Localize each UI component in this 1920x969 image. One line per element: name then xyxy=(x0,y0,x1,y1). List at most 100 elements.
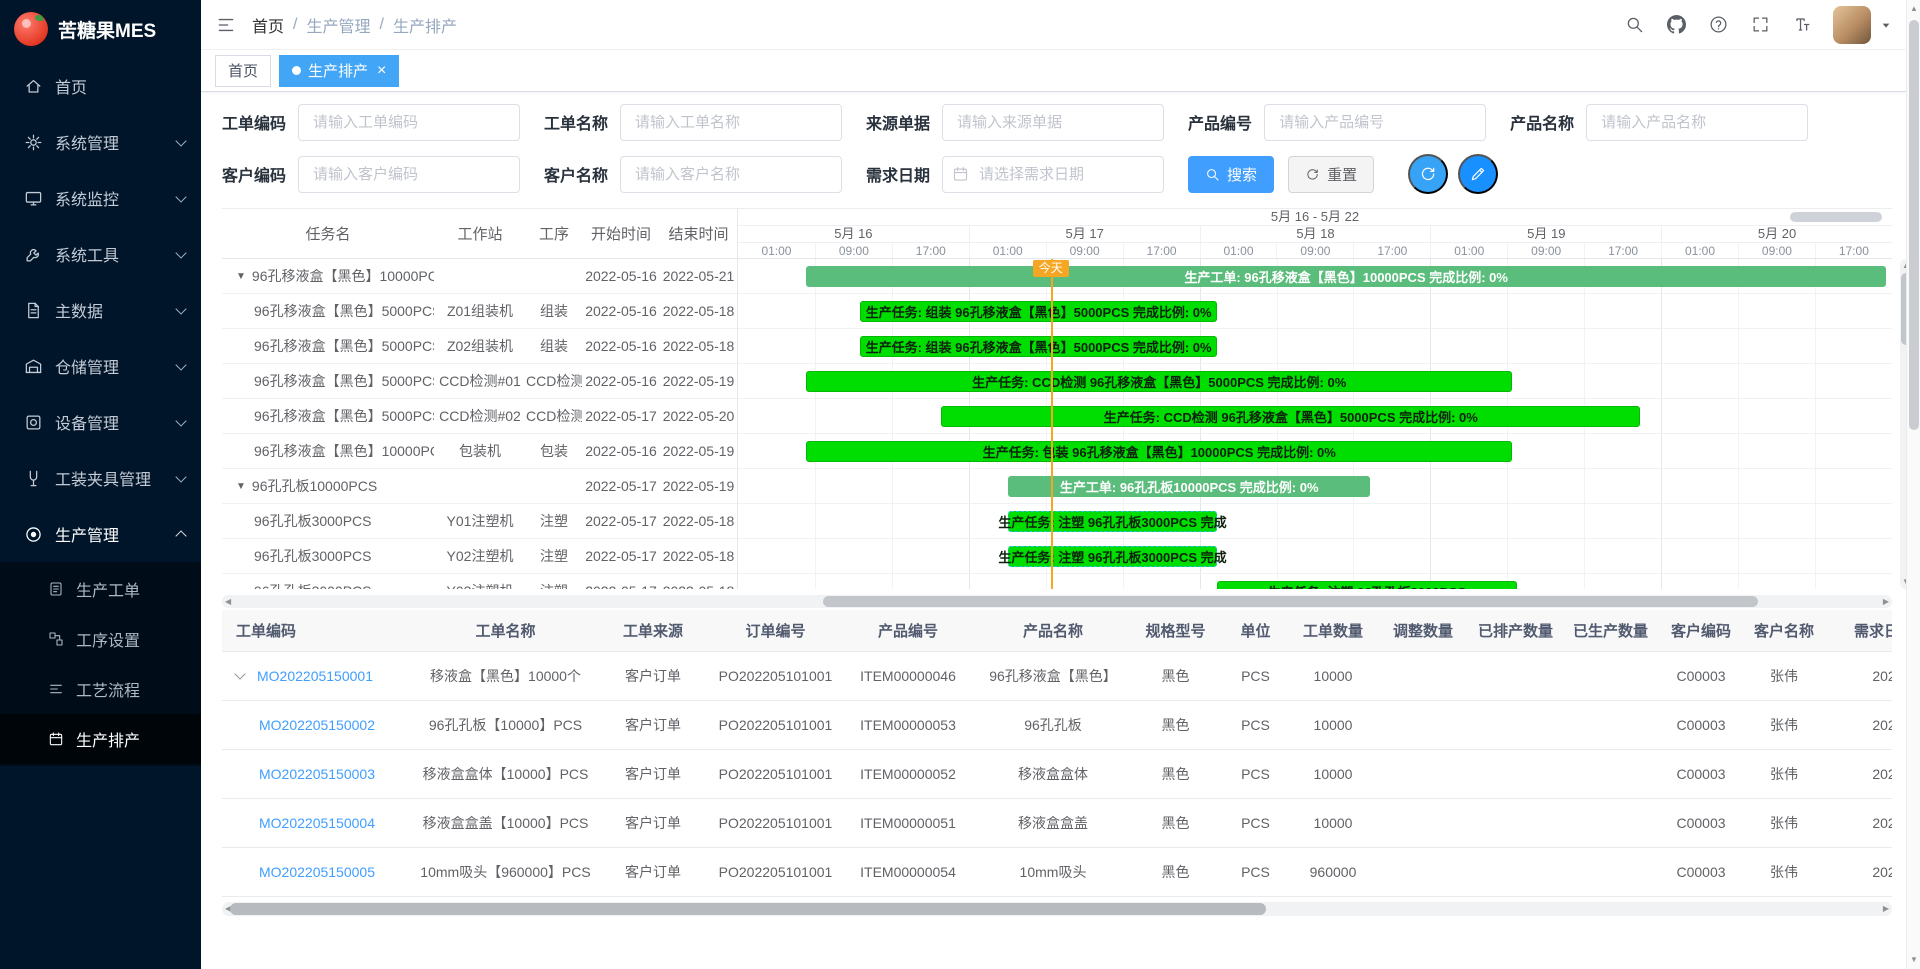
sidebar-subitem-production-work-order[interactable]: 生产工单 xyxy=(0,564,201,614)
gantt-bar-task[interactable]: 生产任务: 注塑 96孔孔板3000PCS xyxy=(1217,581,1517,589)
source-doc-input[interactable] xyxy=(942,104,1164,141)
gantt-task-row[interactable]: 96孔移液盒【黑色】10000PCS包装机包装2022-05-162022-05… xyxy=(222,434,737,469)
sidebar-item-system-tools[interactable]: 系统工具 xyxy=(0,226,201,282)
orders-table-row[interactable]: MO20220515000296孔孔板【10000】PCS客户订单PO20220… xyxy=(222,700,1892,749)
fullscreen-icon[interactable] xyxy=(1739,0,1781,50)
question-icon[interactable] xyxy=(1697,0,1739,50)
scrollbar-thumb[interactable] xyxy=(823,596,1758,607)
search-button[interactable]: 搜索 xyxy=(1188,156,1274,193)
order-code-link[interactable]: MO202205150001 xyxy=(257,668,373,684)
gantt-task-row[interactable]: 96孔孔板3000PCSY03注塑机注塑2022-05-172022-05-18 xyxy=(222,574,737,589)
order-code-link[interactable]: MO202205150002 xyxy=(259,717,375,733)
gantt-task-row[interactable]: 96孔孔板3000PCSY02注塑机注塑2022-05-172022-05-18 xyxy=(222,539,737,574)
app-logo-icon xyxy=(14,12,48,46)
scroll-up-icon[interactable]: ▲ xyxy=(1910,5,1918,13)
gantt-task-row[interactable]: ▼96孔孔板10000PCS2022-05-172022-05-19 xyxy=(222,469,737,504)
sidebar-subitem-process-settings[interactable]: 工序设置 xyxy=(0,614,201,664)
gantt-bar-task[interactable]: 生产任务: 组装 96孔移液盒【黑色】5000PCS 完成比例: 0% xyxy=(860,336,1217,357)
gantt-task-row[interactable]: 96孔移液盒【黑色】5000PCSZ02组装机组装2022-05-162022-… xyxy=(222,329,737,364)
orders-horizontal-scrollbar[interactable]: ◀ ▶ xyxy=(222,902,1892,916)
order-cell-order-qty: 10000 xyxy=(1288,798,1378,847)
github-icon[interactable] xyxy=(1655,0,1697,50)
customer-code-input[interactable] xyxy=(298,156,520,193)
gantt-panel: 任务名工作站工序开始时间结束时间 ▼96孔移液盒【黑色】10000PCS2022… xyxy=(222,208,1892,607)
hamburger-icon[interactable] xyxy=(201,15,252,35)
order-code-link[interactable]: MO202205150003 xyxy=(259,766,375,782)
scroll-right-icon[interactable]: ▶ xyxy=(1883,598,1889,606)
order-cell-sales-order-no: PO202205101001 xyxy=(713,798,838,847)
tab-home[interactable]: 首页 xyxy=(215,55,271,87)
workorder-name-input[interactable] xyxy=(620,104,842,141)
sidebar-item-fixture-management[interactable]: 工装夹具管理 xyxy=(0,450,201,506)
sidebar-item-equipment-management[interactable]: 设备管理 xyxy=(0,394,201,450)
search-button-label: 搜索 xyxy=(1227,164,1257,185)
gantt-bar-work-order[interactable]: 生产工单: 96孔孔板10000PCS 完成比例: 0% xyxy=(1008,476,1370,497)
order-cell-work-order-source: 客户订单 xyxy=(593,749,713,798)
demand-date-input[interactable] xyxy=(942,156,1164,193)
breadcrumb-item[interactable]: 首页 xyxy=(252,13,284,37)
sidebar-item-system-management[interactable]: 系统管理 xyxy=(0,114,201,170)
scroll-down-icon[interactable]: ▼ xyxy=(1910,956,1918,964)
triangle-down-icon[interactable]: ▼ xyxy=(236,271,246,282)
orders-table-row[interactable]: MO202205150004移液盒盒盖【10000】PCS客户订单PO20220… xyxy=(222,798,1892,847)
gantt-bar-task[interactable]: 生产任务: 包装 96孔移液盒【黑色】10000PCS 完成比例: 0% xyxy=(806,441,1512,462)
gantt-day-label: 5月 18 xyxy=(1200,226,1431,242)
gantt-hour-label: 17:00 xyxy=(1123,243,1200,258)
workorder-code-input[interactable] xyxy=(298,104,520,141)
page-vertical-scrollbar[interactable]: ▲ ▼ xyxy=(1906,0,1920,969)
caret-down-icon[interactable] xyxy=(1878,17,1894,33)
gantt-bar-work-order[interactable]: 生产工单: 96孔移液盒【黑色】10000PCS 完成比例: 0% xyxy=(806,266,1886,287)
edit-button[interactable] xyxy=(1458,154,1498,194)
product-code-input[interactable] xyxy=(1264,104,1486,141)
gantt-task-row[interactable]: 96孔孔板3000PCSY01注塑机注塑2022-05-172022-05-18 xyxy=(222,504,737,539)
warehouse-icon xyxy=(22,357,44,376)
gantt-header-scroll-thumb[interactable] xyxy=(1790,212,1882,222)
chevron-down-icon xyxy=(175,303,186,314)
search-icon xyxy=(1625,15,1644,34)
gantt-bar-task[interactable]: 生产任务: 注塑 96孔孔板3000PCS 完成 xyxy=(1008,511,1217,532)
sidebar-item-production-management[interactable]: 生产管理 xyxy=(0,506,201,562)
search-icon[interactable] xyxy=(1613,0,1655,50)
orders-table-row[interactable]: MO202205150001移液盒【黑色】10000个客户订单PO2022051… xyxy=(222,651,1892,700)
gantt-horizontal-scrollbar[interactable]: ◀ ▶ xyxy=(222,595,1892,608)
orders-table-row[interactable]: MO202205150003移液盒盒体【10000】PCS客户订单PO20220… xyxy=(222,749,1892,798)
scrollbar-thumb[interactable] xyxy=(230,903,1265,915)
sidebar-item-system-monitor[interactable]: 系统监控 xyxy=(0,170,201,226)
tab-production-scheduling[interactable]: 生产排产× xyxy=(279,55,399,87)
gantt-task-row[interactable]: 96孔移液盒【黑色】5000PCSZ01组装机组装2022-05-162022-… xyxy=(222,294,737,329)
gantt-task-row[interactable]: ▼96孔移液盒【黑色】10000PCS2022-05-162022-05-21 xyxy=(222,259,737,294)
customer-name-input[interactable] xyxy=(620,156,842,193)
tab-close-icon[interactable]: × xyxy=(377,63,386,79)
triangle-down-icon[interactable]: ▼ xyxy=(236,481,246,492)
reset-button[interactable]: 重置 xyxy=(1288,156,1374,193)
scrollbar-thumb[interactable] xyxy=(1909,20,1919,430)
gantt-bar-task[interactable]: 生产任务: CCD检测 96孔移液盒【黑色】5000PCS 完成比例: 0% xyxy=(941,406,1640,427)
product-name-input[interactable] xyxy=(1586,104,1808,141)
chevron-down-icon[interactable] xyxy=(234,668,245,679)
font-size-icon[interactable] xyxy=(1781,0,1823,50)
gantt-start-time: 2022-05-17 xyxy=(582,548,660,564)
gantt-task-name: 96孔移液盒【黑色】5000PCS xyxy=(222,336,434,356)
sidebar-item-home[interactable]: 首页 xyxy=(0,58,201,114)
gantt-task-row[interactable]: 96孔移液盒【黑色】5000PCSCCD检测#02CCD检测2022-05-17… xyxy=(222,399,737,434)
gantt-task-row[interactable]: 96孔移液盒【黑色】5000PCSCCD检测#01CCD检测2022-05-16… xyxy=(222,364,737,399)
gantt-bar-task[interactable]: 生产任务: 注塑 96孔孔板3000PCS 完成 xyxy=(1008,546,1217,567)
filter-label: 客户编码 xyxy=(222,162,286,186)
gantt-bar-task[interactable]: 生产任务: 组装 96孔移液盒【黑色】5000PCS 完成比例: 0% xyxy=(860,301,1217,322)
gantt-bar-task[interactable]: 生产任务: CCD检测 96孔移液盒【黑色】5000PCS 完成比例: 0% xyxy=(806,371,1512,392)
refresh-button[interactable] xyxy=(1408,154,1448,194)
orders-table-row[interactable]: MO20220515000510mm吸头【960000】PCS客户订单PO202… xyxy=(222,847,1892,896)
scroll-right-icon[interactable]: ▶ xyxy=(1883,905,1889,913)
order-cell-scheduled-qty xyxy=(1468,651,1563,700)
sidebar-subitem-production-scheduling[interactable]: 生产排产 xyxy=(0,714,201,764)
gantt-task-name-text: 96孔孔板3000PCS xyxy=(254,546,372,566)
gantt-bar-label: 生产工单: 96孔移液盒【黑色】10000PCS 完成比例: 0% xyxy=(1184,267,1508,286)
sidebar-item-warehouse-management[interactable]: 仓储管理 xyxy=(0,338,201,394)
order-code-link[interactable]: MO202205150005 xyxy=(259,864,375,880)
order-code-link[interactable]: MO202205150004 xyxy=(259,815,375,831)
app-logo[interactable]: 苦糖果MES xyxy=(0,0,201,58)
avatar[interactable] xyxy=(1833,6,1871,44)
sidebar-item-master-data[interactable]: 主数据 xyxy=(0,282,201,338)
sidebar-subitem-process-flow[interactable]: 工艺流程 xyxy=(0,664,201,714)
scroll-left-icon[interactable]: ◀ xyxy=(225,598,231,606)
